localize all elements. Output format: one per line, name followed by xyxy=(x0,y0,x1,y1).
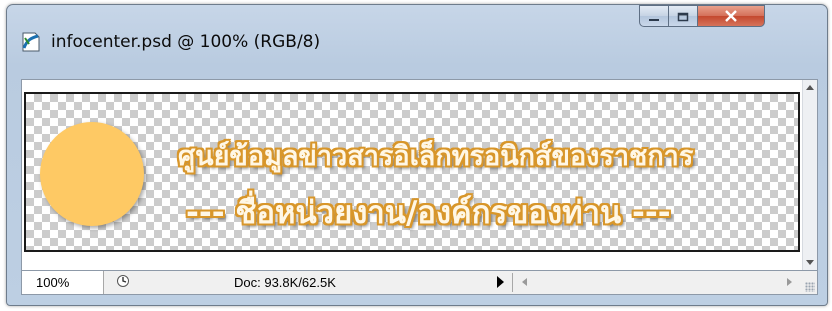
vertical-scrollbar[interactable] xyxy=(802,80,817,270)
window-title: infocenter.psd @ 100% (RGB/8) xyxy=(51,32,321,52)
zoom-level-field[interactable]: 100% xyxy=(22,271,104,294)
scroll-down-arrow-icon[interactable] xyxy=(806,260,814,265)
status-separator xyxy=(512,273,513,292)
canvas-text-line-1: ศูนย์ข้อมูลข่าวสารอิเล็กทรอนิกส์ของราชกา… xyxy=(178,141,694,172)
document-size-info: Doc: 93.8K/62.5K xyxy=(234,275,336,290)
title-bar[interactable]: infocenter.psd @ 100% (RGB/8) xyxy=(7,5,827,77)
scroll-right-arrow-icon[interactable] xyxy=(787,278,792,286)
document-window: infocenter.psd @ 100% (RGB/8) ศูนย์ข้อมู… xyxy=(6,4,828,306)
scroll-up-arrow-icon[interactable] xyxy=(806,85,814,90)
orange-circle-graphic xyxy=(40,122,144,226)
close-icon xyxy=(724,7,738,26)
photoshop-document-icon xyxy=(19,30,43,54)
image-canvas[interactable]: ศูนย์ข้อมูลข่าวสารอิเล็กทรอนิกส์ของราชกา… xyxy=(24,92,800,252)
document-area[interactable]: ศูนย์ข้อมูลข่าวสารอิเล็กทรอนิกส์ของราชกา… xyxy=(21,79,818,271)
resize-grip-icon[interactable] xyxy=(805,282,815,292)
status-menu-arrow-icon[interactable] xyxy=(497,276,504,288)
status-menu-icon xyxy=(116,273,130,292)
maximize-button[interactable] xyxy=(668,5,698,27)
maximize-icon xyxy=(677,7,689,26)
canvas-text-line-2: --- ชื่อหน่วยงาน/องค์กรของท่าน --- xyxy=(186,195,671,231)
status-info-button[interactable] xyxy=(112,274,134,291)
close-button[interactable] xyxy=(697,5,765,27)
scroll-left-arrow-icon[interactable] xyxy=(522,278,527,286)
minimize-button[interactable] xyxy=(639,5,669,27)
status-bar: 100% Doc: 93.8K/62.5K xyxy=(21,271,818,295)
minimize-icon xyxy=(648,7,660,26)
